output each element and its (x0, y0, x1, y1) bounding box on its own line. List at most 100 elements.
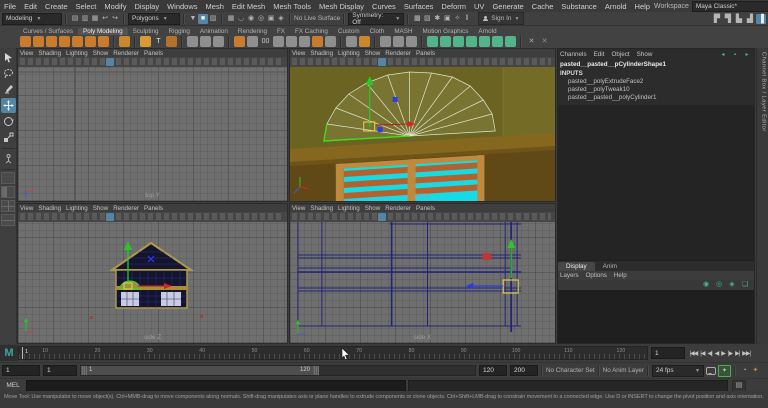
play-backwards-button[interactable]: ◀ (713, 350, 720, 357)
triangulate-icon[interactable] (492, 36, 503, 47)
playback-range[interactable]: 1 120 (81, 366, 319, 375)
manip-fast-icon[interactable]: ▸ (742, 50, 752, 60)
light-editor-icon[interactable]: ✧ (452, 14, 462, 24)
bridge-icon[interactable] (247, 36, 258, 47)
shelf-tab[interactable]: Motion Graphics (418, 28, 474, 35)
select-tool-button[interactable] (1, 50, 16, 65)
uv-layout-icon[interactable] (393, 36, 404, 47)
render-view-icon[interactable]: ▣ (442, 14, 452, 24)
step-forward-frame-button[interactable]: |▶ (726, 350, 733, 357)
auto-keyframe-toggle[interactable]: ✦ (717, 364, 731, 377)
input-node[interactable]: pasted__pasted__polyCylinder1 (558, 94, 754, 102)
range-slider[interactable]: 1 120 (80, 365, 476, 376)
insert-edge-loop-icon[interactable] (213, 36, 224, 47)
reduce-icon[interactable] (440, 36, 451, 47)
selection-mask-dropdown[interactable]: Polygons ▼ (128, 12, 180, 25)
menu-item[interactable]: Deform (437, 2, 470, 11)
shelf-tab[interactable]: Poly Modeling (78, 28, 128, 35)
sign-in-button[interactable]: Sign In ▼ (478, 12, 525, 25)
layer-editor-menu-item[interactable]: Layers (560, 272, 579, 279)
animation-start-field[interactable]: 1 (2, 365, 40, 376)
channel-box-menu-item[interactable]: Edit (594, 51, 605, 58)
front-view-scene[interactable]: side Z (18, 222, 287, 343)
menu-item[interactable]: Curves (368, 2, 400, 11)
menu-item[interactable]: Arnold (601, 2, 631, 11)
viewport-toolbar-icons[interactable] (292, 213, 551, 220)
retopologize-icon[interactable] (453, 36, 464, 47)
shelf-tab[interactable]: MASH (389, 28, 417, 35)
move-tool-button[interactable] (0, 98, 16, 113)
viewport-menu-item[interactable]: Panels (144, 205, 163, 212)
shelf-tab[interactable]: Cloth (365, 28, 390, 35)
viewport-menu-item[interactable]: Shading (310, 50, 333, 57)
rotate-tool-button[interactable] (1, 114, 16, 129)
layout-single-pane-button[interactable] (1, 172, 15, 184)
play-forwards-button[interactable]: ▶ (720, 350, 727, 357)
shelf-tab[interactable]: Sculpting (128, 28, 164, 35)
step-back-key-button[interactable]: |◀ (699, 350, 706, 357)
anim-layer-selector[interactable]: No Anim Layer (603, 367, 644, 374)
redo-icon[interactable]: ↪ (110, 14, 120, 24)
layer-editor-menu-item[interactable]: Help (614, 272, 627, 279)
shelf-tab[interactable]: Custom (333, 28, 365, 35)
tool-settings-toggle-icon[interactable]: ▙ (734, 14, 744, 24)
menu-item[interactable]: Windows (163, 2, 201, 11)
type-tool-icon[interactable]: T (153, 36, 164, 47)
workspace-dropdown[interactable]: Maya Classic*▼ (691, 0, 768, 12)
input-node[interactable]: pasted__polyTweak10 (558, 86, 754, 94)
poly-disc-icon[interactable] (98, 36, 109, 47)
remesh-icon[interactable] (466, 36, 477, 47)
viewport-menu-item[interactable]: Renderer (113, 50, 139, 57)
layer-editor-tab[interactable]: Anim (595, 262, 625, 271)
shelf-tab[interactable]: Arnold (473, 28, 501, 35)
select-hierarchy-icon[interactable]: ▼ (188, 14, 198, 24)
render-icon[interactable]: ▩ (412, 14, 422, 24)
menu-item[interactable]: Mesh Tools (269, 2, 315, 11)
viewport-menu-item[interactable]: Shading (310, 205, 333, 212)
step-back-frame-button[interactable]: ◀| (706, 350, 713, 357)
hypershade-toggle-icon[interactable]: ▜ (723, 14, 733, 24)
viewport-menu-item[interactable]: Renderer (113, 205, 139, 212)
menu-item[interactable]: Generate (488, 2, 527, 11)
mirror-icon[interactable] (312, 36, 323, 47)
shelf-tab[interactable]: Rigging (164, 28, 195, 35)
select-component-icon[interactable]: ▧ (208, 14, 218, 24)
shaded-mode-icon[interactable] (378, 58, 386, 66)
script-editor-button[interactable]: ▤ (732, 379, 746, 392)
new-scene-icon[interactable]: ▤ (70, 14, 80, 24)
viewport-menu-item[interactable]: Renderer (385, 50, 411, 57)
snap-curve-icon[interactable]: ◡ (236, 14, 246, 24)
playback-start-field[interactable]: 1 (43, 365, 77, 376)
command-input-field[interactable] (26, 379, 406, 392)
shaded-mode-icon[interactable] (378, 213, 386, 221)
pause-viewport-icon[interactable]: ‖ (462, 14, 472, 24)
menu-item[interactable]: File (0, 2, 20, 11)
menu-item[interactable]: Modify (100, 2, 130, 11)
last-tool-button[interactable] (1, 151, 16, 166)
bevel-icon[interactable] (234, 36, 245, 47)
viewport-persp[interactable]: View Shading Lighting Show Renderer Panels (289, 48, 556, 202)
separate-icon[interactable] (286, 36, 297, 47)
render-settings-icon[interactable]: ✱ (432, 14, 442, 24)
booleans-icon[interactable]: 00 (260, 36, 271, 47)
shelf-tab[interactable]: FX (272, 28, 290, 35)
shaded-mode-icon[interactable] (106, 213, 114, 221)
undo-icon[interactable]: ↩ (100, 14, 110, 24)
viewport-menu-item[interactable]: Lighting (338, 50, 360, 57)
poly-cylinder-icon[interactable] (46, 36, 57, 47)
layer-render-icon[interactable]: ◈ (727, 280, 737, 290)
ipr-render-icon[interactable]: ▨ (422, 14, 432, 24)
poly-sphere-icon[interactable] (20, 36, 31, 47)
character-set-selector[interactable]: No Character Set (546, 367, 595, 374)
shaded-mode-icon[interactable] (106, 58, 114, 66)
time-slider[interactable]: 10 20 30 40 50 60 70 80 90 100 110 120 1 (18, 346, 648, 360)
shelf-tab[interactable]: Animation (195, 28, 233, 35)
scale-tool-button[interactable] (1, 130, 16, 145)
svg-tool-icon[interactable] (166, 36, 177, 47)
top-view-scene[interactable]: top Y (18, 67, 287, 201)
open-scene-icon[interactable]: ▥ (80, 14, 90, 24)
shelf-tab[interactable]: Curves / Surfaces (18, 28, 78, 35)
layer-list[interactable] (558, 290, 754, 343)
layer-playback-icon[interactable]: ◎ (714, 280, 724, 290)
sculpt-tool-icon[interactable] (359, 36, 370, 47)
